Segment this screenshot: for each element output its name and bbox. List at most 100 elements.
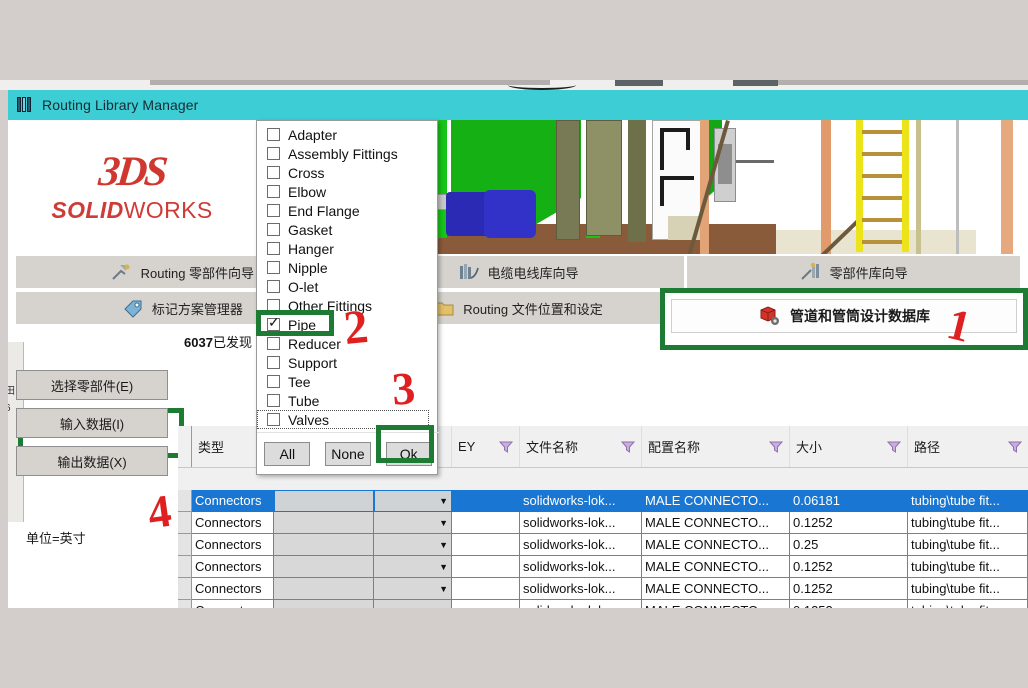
row-header-cell[interactable]: [178, 600, 192, 608]
table-cell-col2[interactable]: [274, 512, 374, 534]
chevron-down-icon[interactable]: ▼: [439, 518, 448, 528]
table-cell-key[interactable]: [452, 600, 520, 608]
table-cell-config-name[interactable]: MALE CONNECTO...: [642, 578, 790, 600]
table-cell-file-name[interactable]: solidworks-lok...: [520, 578, 642, 600]
grid-header-key[interactable]: EY: [452, 426, 520, 467]
row-header-cell[interactable]: [178, 512, 192, 534]
table-cell-config-name[interactable]: MALE CONNECTO...: [642, 512, 790, 534]
chevron-down-icon[interactable]: ▼: [439, 584, 448, 594]
chevron-down-icon[interactable]: ▼: [439, 540, 448, 550]
checkbox-icon[interactable]: [267, 375, 280, 388]
select-components-button[interactable]: 选择零部件(E): [16, 370, 168, 400]
table-cell-file-name[interactable]: solidworks-lok: [520, 600, 642, 608]
table-cell-col2[interactable]: [274, 534, 374, 556]
dropdown-item-adapter[interactable]: Adapter: [257, 125, 437, 144]
table-cell-col3[interactable]: ▼: [374, 512, 452, 534]
table-cell-path[interactable]: tubing\tube fit...: [908, 512, 1028, 534]
table-cell-type[interactable]: Connectors: [192, 512, 274, 534]
table-cell-col3[interactable]: ▼: [374, 490, 452, 512]
checkbox-icon[interactable]: [267, 166, 280, 179]
table-cell-col3[interactable]: ▼: [374, 534, 452, 556]
grid-header-size[interactable]: 大小: [790, 426, 908, 467]
table-cell-size[interactable]: 0.25: [790, 534, 908, 556]
table-cell-path[interactable]: tubing\tube fit...: [908, 578, 1028, 600]
table-cell-path[interactable]: tubing\tube fit...: [908, 556, 1028, 578]
table-cell-col2[interactable]: [274, 600, 374, 608]
checkbox-icon[interactable]: [267, 185, 280, 198]
row-header-cell[interactable]: [178, 490, 192, 512]
export-data-button[interactable]: 输出数据(X): [16, 446, 168, 476]
checkbox-icon[interactable]: [267, 394, 280, 407]
table-cell-path[interactable]: tubing\tube fit...: [908, 490, 1028, 512]
checkbox-icon[interactable]: [267, 128, 280, 141]
table-cell-key[interactable]: [452, 534, 520, 556]
table-cell-key[interactable]: [452, 556, 520, 578]
dropdown-item-elbow[interactable]: Elbow: [257, 182, 437, 201]
table-cell-col3[interactable]: ▼: [374, 600, 452, 608]
table-cell-path[interactable]: tubing\tube fit...: [908, 534, 1028, 556]
table-cell-col2[interactable]: [274, 578, 374, 600]
table-row[interactable]: Connectors▼solidworks-lok...MALE CONNECT…: [178, 512, 1028, 534]
filter-icon[interactable]: [1008, 440, 1022, 454]
dropdown-all-button[interactable]: All: [264, 442, 310, 466]
table-cell-col2[interactable]: [274, 490, 374, 512]
table-cell-key[interactable]: [452, 512, 520, 534]
checkbox-icon[interactable]: [267, 147, 280, 160]
filter-icon[interactable]: [499, 440, 513, 454]
table-row[interactable]: Connectors ▼ solidworks-lok...MALE CONNECT…: [178, 534, 1028, 556]
table-cell-size[interactable]: 0.06181: [790, 490, 908, 512]
checkbox-icon[interactable]: [267, 356, 280, 369]
grid-header-file-name[interactable]: 文件名称: [520, 426, 642, 467]
checkbox-icon[interactable]: [267, 413, 280, 426]
import-data-button[interactable]: 输入数据(I): [16, 408, 168, 438]
filter-icon[interactable]: [621, 440, 635, 454]
checkbox-icon[interactable]: [267, 318, 280, 331]
dropdown-item-cross[interactable]: Cross: [257, 163, 437, 182]
checkbox-icon[interactable]: [267, 337, 280, 350]
table-cell-key[interactable]: [452, 490, 520, 512]
dropdown-ok-button[interactable]: Ok: [386, 442, 432, 466]
dropdown-item-o-let[interactable]: O-let: [257, 277, 437, 296]
dropdown-item-hanger[interactable]: Hanger: [257, 239, 437, 258]
table-cell-config-name[interactable]: MALE CONNECTO...: [642, 490, 790, 512]
row-header-cell[interactable]: [178, 556, 192, 578]
dropdown-item-nipple[interactable]: Nipple: [257, 258, 437, 277]
grid-header-path[interactable]: 路径: [908, 426, 1028, 467]
grid-body[interactable]: Connectors▼solidworks-lok...MALE CONNECT…: [178, 490, 1028, 608]
chevron-down-icon[interactable]: ▼: [439, 606, 448, 609]
row-header-cell[interactable]: [178, 578, 192, 600]
row-header-cell[interactable]: [178, 534, 192, 556]
table-cell-config-name[interactable]: MALE CONNECTO: [642, 600, 790, 608]
table-cell-config-name[interactable]: MALE CONNECTO...: [642, 534, 790, 556]
table-cell-type[interactable]: Connectors: [192, 534, 274, 556]
table-cell-type[interactable]: Connectors: [192, 600, 274, 608]
table-cell-key[interactable]: [452, 578, 520, 600]
table-row[interactable]: Connectors ▼ solidworks-lok...MALE CONNECT…: [178, 556, 1028, 578]
grid-header-config-name[interactable]: 配置名称: [642, 426, 790, 467]
window-titlebar[interactable]: Routing Library Manager: [8, 90, 1028, 120]
table-cell-col3[interactable]: ▼: [374, 556, 452, 578]
chevron-down-icon[interactable]: ▼: [439, 496, 448, 506]
dropdown-none-button[interactable]: None: [325, 442, 371, 466]
component-type-filter-dropdown[interactable]: AdapterAssembly FittingsCrossElbowEnd Fl…: [256, 120, 438, 475]
checkbox-icon[interactable]: [267, 204, 280, 217]
table-cell-col3[interactable]: ▼: [374, 578, 452, 600]
table-cell-file-name[interactable]: solidworks-lok...: [520, 556, 642, 578]
table-cell-path[interactable]: tubing\tube fit: [908, 600, 1028, 608]
checkbox-icon[interactable]: [267, 299, 280, 312]
checkbox-icon[interactable]: [267, 280, 280, 293]
component-library-button[interactable]: 零部件库向导: [687, 256, 1020, 288]
table-row[interactable]: Connectors▼solidworks-lok...MALE CONNECT…: [178, 490, 1028, 512]
table-cell-type[interactable]: Connectors: [192, 556, 274, 578]
table-cell-file-name[interactable]: solidworks-lok...: [520, 490, 642, 512]
dropdown-item-assembly-fittings[interactable]: Assembly Fittings: [257, 144, 437, 163]
dropdown-item-gasket[interactable]: Gasket: [257, 220, 437, 239]
chevron-down-icon[interactable]: ▼: [439, 562, 448, 572]
table-cell-file-name[interactable]: solidworks-lok...: [520, 534, 642, 556]
table-row[interactable]: Connectors▼solidworks-lokMALE CONNECTO0.…: [178, 600, 1028, 608]
table-cell-size[interactable]: 0.1252: [790, 556, 908, 578]
checkbox-icon[interactable]: [267, 242, 280, 255]
table-cell-size[interactable]: 0.1252: [790, 512, 908, 534]
table-cell-config-name[interactable]: MALE CONNECTO...: [642, 556, 790, 578]
table-cell-type[interactable]: Connectors: [192, 578, 274, 600]
